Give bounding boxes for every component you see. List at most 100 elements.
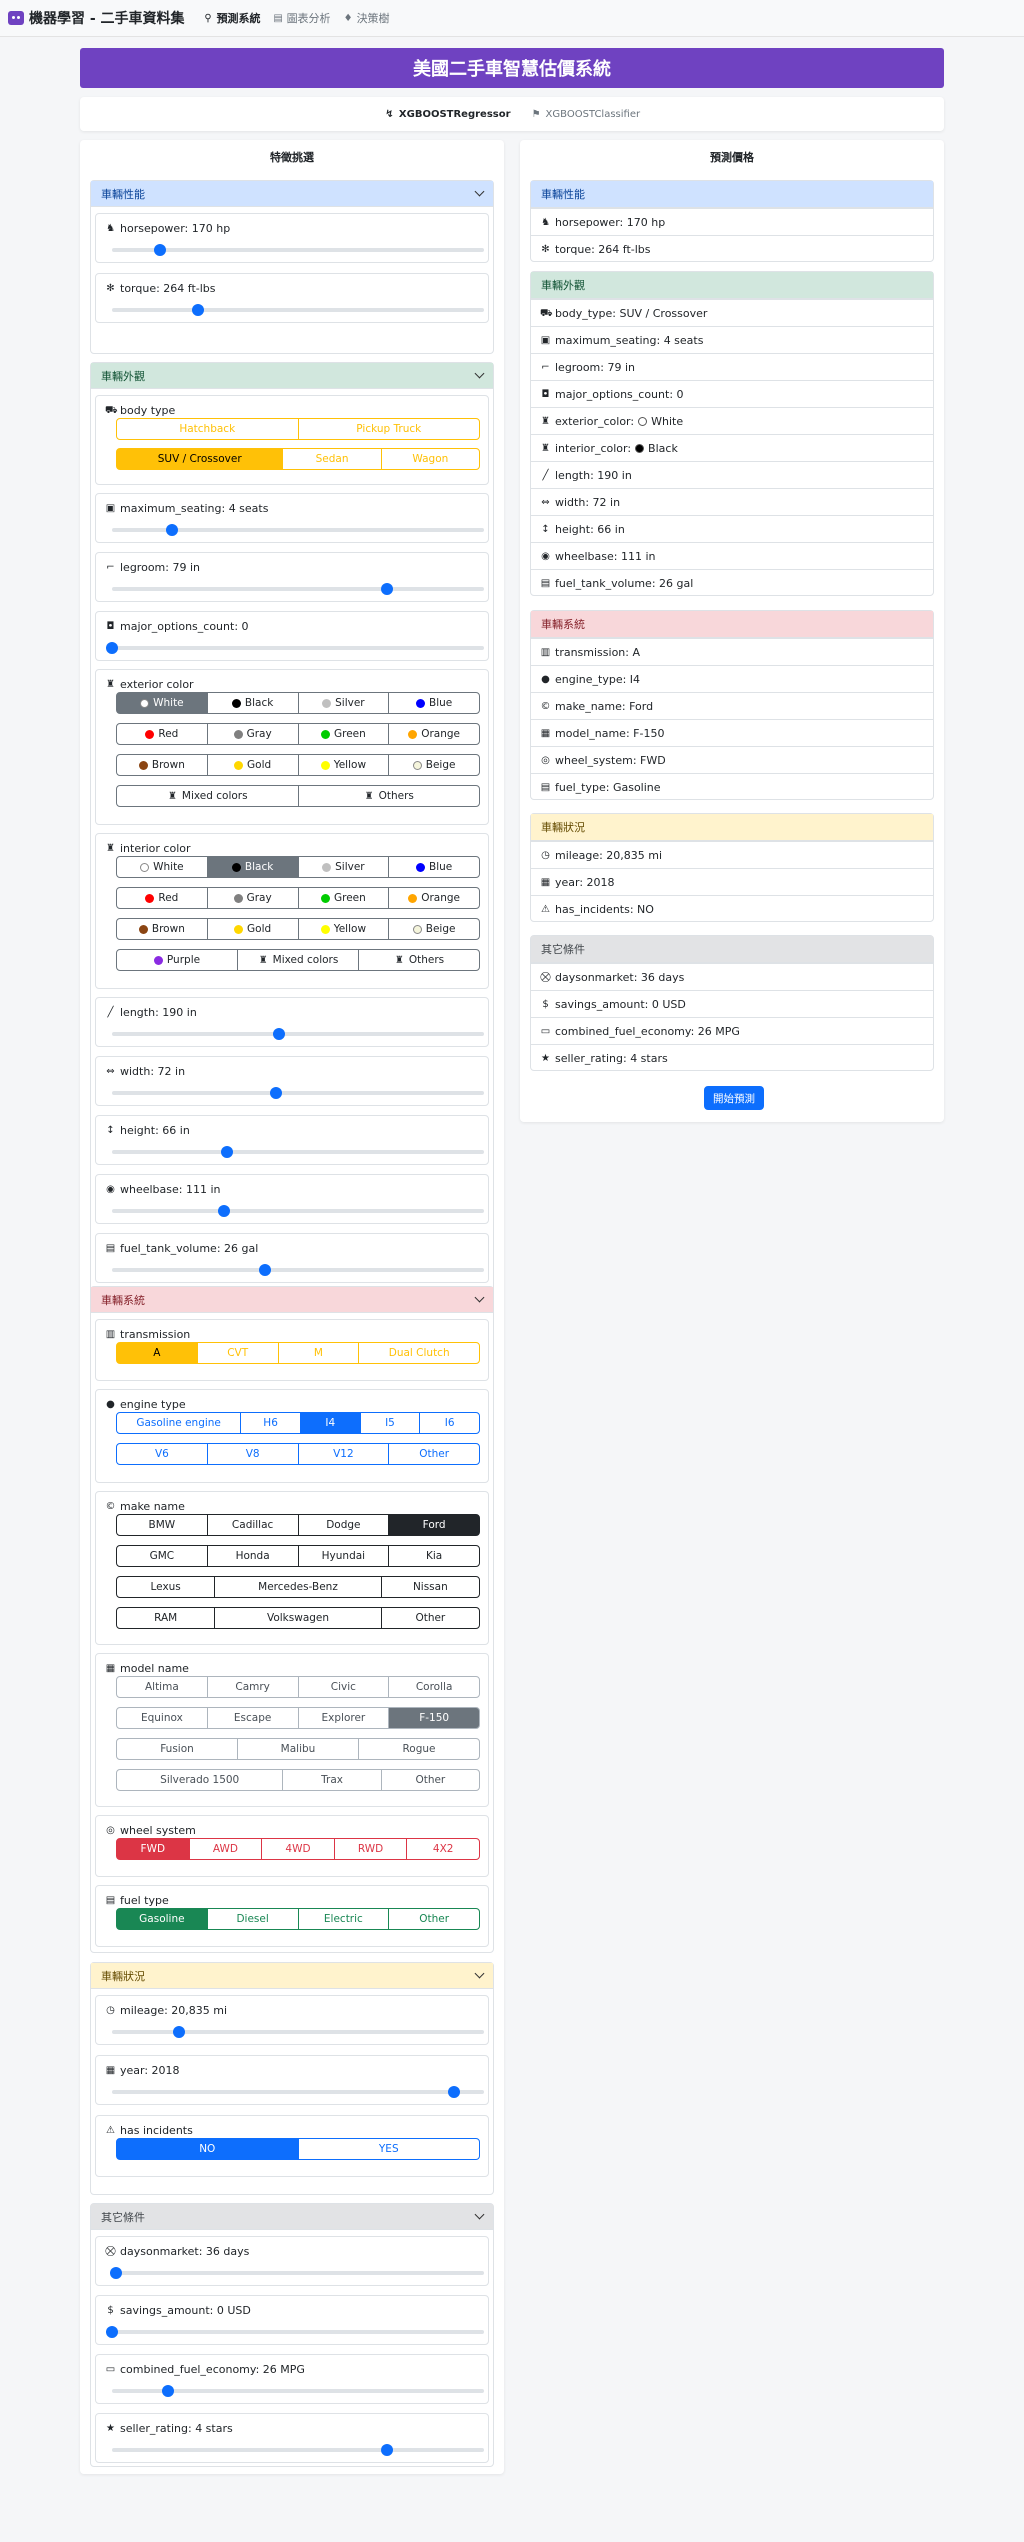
make-name-option-lexus[interactable]: Lexus	[116, 1576, 216, 1598]
interior-color-option-brown[interactable]: Brown	[116, 918, 208, 940]
fuel-type-option-electric[interactable]: Electric	[297, 1908, 390, 1930]
savings_amount-slider-track[interactable]	[106, 2326, 484, 2338]
year-slider-thumb[interactable]	[448, 2086, 461, 2098]
make-name-option-bmw[interactable]: BMW	[116, 1514, 208, 1536]
make-name-option-nissan[interactable]: Nissan	[380, 1576, 480, 1598]
length-slider-thumb[interactable]	[273, 1028, 286, 1040]
fuel-type-option-gasoline[interactable]: Gasoline	[116, 1908, 208, 1930]
mileage-slider-track[interactable]	[112, 2026, 484, 2038]
has-incidents-option-no[interactable]: NO	[116, 2138, 299, 2160]
legroom-slider-thumb[interactable]	[381, 583, 394, 595]
model-name-option-altima[interactable]: Altima	[116, 1676, 208, 1698]
engine-type-option-i4[interactable]: I4	[299, 1412, 361, 1434]
interior-color-option-purple[interactable]: Purple	[116, 949, 238, 971]
height-slider-track[interactable]	[112, 1146, 484, 1158]
width-slider-thumb[interactable]	[269, 1087, 282, 1099]
make-name-option-kia[interactable]: Kia	[388, 1545, 480, 1567]
torque-slider-thumb[interactable]	[191, 304, 204, 316]
daysonmarket-slider-thumb[interactable]	[109, 2267, 122, 2279]
body-type-option-wagon[interactable]: Wagon	[380, 448, 480, 470]
transmission-option-cvt[interactable]: CVT	[196, 1342, 279, 1364]
exterior-color-option-orange[interactable]: Orange	[388, 723, 480, 745]
body-type-option-pickup-truck[interactable]: Pickup Truck	[297, 418, 480, 440]
major_options_count-slider-thumb[interactable]	[106, 642, 118, 654]
model-name-option-rogue[interactable]: Rogue	[358, 1738, 480, 1760]
exterior-color-option-blue[interactable]: Blue	[388, 692, 480, 714]
exterior-color-option-white[interactable]: White	[116, 692, 208, 714]
nav-link-tree[interactable]: ♦ 決策樹	[343, 10, 390, 26]
wheelbase-slider-track[interactable]	[112, 1205, 484, 1217]
wheelbase-slider-thumb[interactable]	[217, 1205, 230, 1217]
make-name-option-cadillac[interactable]: Cadillac	[206, 1514, 299, 1536]
exterior-color-option-red[interactable]: Red	[116, 723, 208, 745]
exterior-color-option-silver[interactable]: Silver	[297, 692, 390, 714]
maximum_seating-slider-track[interactable]	[112, 524, 484, 536]
fuel-type-option-other[interactable]: Other	[388, 1908, 480, 1930]
make-name-option-ford[interactable]: Ford	[388, 1514, 480, 1536]
year-slider-track[interactable]	[112, 2086, 484, 2098]
interior-color-option-red[interactable]: Red	[116, 887, 208, 909]
model-name-option-civic[interactable]: Civic	[297, 1676, 390, 1698]
engine-type-option-h6[interactable]: H6	[240, 1412, 301, 1434]
engine-type-option-i5[interactable]: I5	[359, 1412, 421, 1434]
horsepower-slider-thumb[interactable]	[154, 244, 167, 256]
transmission-option-m[interactable]: M	[277, 1342, 360, 1364]
interior-color-option-mixed-colors[interactable]: ♜ Mixed colors	[237, 949, 359, 971]
interior-color-option-green[interactable]: Green	[297, 887, 390, 909]
legroom-slider-track[interactable]	[112, 583, 484, 595]
engine-type-option-v8[interactable]: V8	[206, 1443, 299, 1465]
tab-xgboost-classifier[interactable]: ⚑ XGBOOSTClassifier	[531, 109, 641, 120]
mileage-slider-thumb[interactable]	[172, 2026, 185, 2038]
exterior-color-option-beige[interactable]: Beige	[388, 754, 480, 776]
interior-color-option-gray[interactable]: Gray	[206, 887, 299, 909]
interior-color-option-white[interactable]: White	[116, 856, 208, 878]
nav-link-charts[interactable]: ▤ 圖表分析	[273, 10, 330, 26]
daysonmarket-slider-track[interactable]	[109, 2267, 484, 2279]
exterior-color-option-black[interactable]: Black	[206, 692, 299, 714]
exterior-color-option-green[interactable]: Green	[297, 723, 390, 745]
interior-color-option-orange[interactable]: Orange	[388, 887, 480, 909]
seller_rating-slider-thumb[interactable]	[381, 2444, 394, 2456]
major_options_count-slider-track[interactable]	[106, 642, 484, 654]
start-prediction-button[interactable]: 開始預測	[704, 1086, 764, 1110]
section-header-perf[interactable]: 車輛性能	[91, 181, 493, 207]
savings_amount-slider-thumb[interactable]	[106, 2326, 118, 2338]
make-name-option-dodge[interactable]: Dodge	[297, 1514, 390, 1536]
model-name-option-equinox[interactable]: Equinox	[116, 1707, 208, 1729]
body-type-option-suv-crossover[interactable]: SUV / Crossover	[116, 448, 284, 470]
torque-slider-track[interactable]	[112, 304, 484, 316]
model-name-option-f-150[interactable]: F-150	[388, 1707, 480, 1729]
interior-color-option-blue[interactable]: Blue	[388, 856, 480, 878]
make-name-option-hyundai[interactable]: Hyundai	[297, 1545, 390, 1567]
length-slider-track[interactable]	[112, 1028, 484, 1040]
section-header-other[interactable]: 其它條件	[91, 2204, 493, 2230]
model-name-option-camry[interactable]: Camry	[206, 1676, 299, 1698]
maximum_seating-slider-thumb[interactable]	[165, 524, 178, 536]
make-name-option-volkswagen[interactable]: Volkswagen	[214, 1607, 382, 1629]
engine-type-option-i6[interactable]: I6	[419, 1412, 480, 1434]
make-name-option-honda[interactable]: Honda	[206, 1545, 299, 1567]
horsepower-slider-track[interactable]	[112, 244, 484, 256]
model-name-option-other[interactable]: Other	[380, 1769, 480, 1791]
body-type-option-hatchback[interactable]: Hatchback	[116, 418, 299, 440]
fuel_tank_volume-slider-track[interactable]	[112, 1264, 484, 1276]
make-name-option-mercedes-benz[interactable]: Mercedes-Benz	[214, 1576, 382, 1598]
wheel-system-option-4wd[interactable]: 4WD	[261, 1838, 335, 1860]
exterior-color-option-brown[interactable]: Brown	[116, 754, 208, 776]
model-name-option-fusion[interactable]: Fusion	[116, 1738, 238, 1760]
make-name-option-gmc[interactable]: GMC	[116, 1545, 208, 1567]
model-name-option-explorer[interactable]: Explorer	[297, 1707, 390, 1729]
exterior-color-option-gold[interactable]: Gold	[206, 754, 299, 776]
width-slider-track[interactable]	[112, 1087, 484, 1099]
section-header-sys[interactable]: 車輛系統	[91, 1287, 493, 1313]
exterior-color-option-yellow[interactable]: Yellow	[297, 754, 390, 776]
body-type-option-sedan[interactable]: Sedan	[282, 448, 382, 470]
wheel-system-option-awd[interactable]: AWD	[188, 1838, 263, 1860]
wheel-system-option-fwd[interactable]: FWD	[116, 1838, 190, 1860]
brand[interactable]: 機器學習 - 二手車資料集	[8, 8, 185, 28]
exterior-color-option-gray[interactable]: Gray	[206, 723, 299, 745]
nav-link-predict[interactable]: ⚲ 預測系統	[203, 10, 260, 26]
transmission-option-a[interactable]: A	[116, 1342, 198, 1364]
engine-type-option-other[interactable]: Other	[388, 1443, 480, 1465]
model-name-option-silverado-1500[interactable]: Silverado 1500	[116, 1769, 284, 1791]
